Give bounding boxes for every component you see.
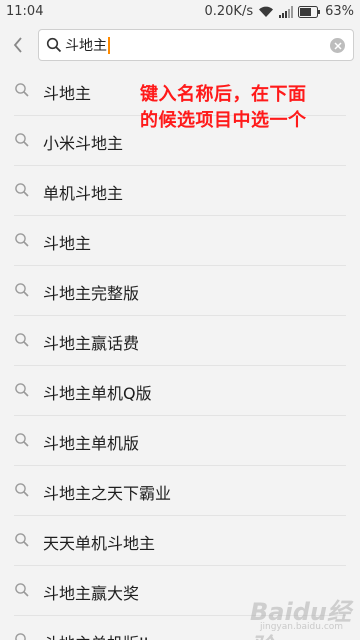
suggestion-label: 斗地主赢话费 (43, 334, 140, 353)
search-icon (14, 132, 30, 148)
suggestion-label: 小米斗地主 (43, 134, 124, 153)
instruction-annotation: 键入名称后，在下面 的候选项目中选一个 (140, 82, 355, 134)
search-input[interactable]: 斗地主 (65, 34, 110, 56)
search-icon (46, 37, 62, 53)
app-screen: 11:04 0.20K/s 63% 斗地主 斗地主 小米斗地主 单机斗地主 斗地… (0, 0, 360, 640)
network-speed: 0.20K/s (204, 4, 254, 19)
search-icon (14, 582, 30, 598)
suggestion-label: 天天单机斗地主 (43, 534, 156, 553)
search-icon (14, 382, 30, 398)
suggestion-label: 斗地主完整版 (43, 284, 140, 303)
watermark-url: jingyan.baidu.com (260, 622, 344, 632)
suggestion-label: 单机斗地主 (43, 184, 124, 203)
text-caret (108, 36, 110, 54)
suggestion-label: 斗地主之天下霸业 (43, 484, 172, 503)
status-indicators: 0.20K/s 63% (204, 4, 354, 19)
search-icon (14, 532, 30, 548)
search-icon (14, 182, 30, 198)
search-header: 斗地主 (0, 24, 360, 66)
clear-button[interactable] (330, 38, 345, 53)
signal-icon (279, 5, 294, 18)
close-icon (333, 41, 342, 50)
baidu-watermark: Baidu经验 jingyan.baidu.com (250, 590, 358, 640)
annotation-line-2: 的候选项目中选一个 (140, 110, 307, 131)
search-icon (14, 282, 30, 298)
suggestion-item[interactable]: 斗地主 (14, 216, 346, 266)
suggestion-label: 斗地主赢大奖 (43, 584, 140, 603)
suggestion-item[interactable]: 斗地主单机版 (14, 416, 346, 466)
back-button[interactable] (6, 32, 30, 58)
search-icon (14, 482, 30, 498)
search-input-value: 斗地主 (65, 38, 107, 54)
wifi-icon (258, 5, 274, 18)
suggestion-label: 斗地主 (43, 234, 92, 253)
suggestion-label: 斗地主单机Q版 (43, 384, 152, 403)
watermark-text: Baidu经验 (250, 598, 351, 640)
suggestion-label: 斗地主单机版 (43, 434, 140, 453)
suggestion-list: 斗地主 小米斗地主 单机斗地主 斗地主 斗地主完整版 斗地主赢话费 斗地主单机Q… (0, 66, 360, 640)
search-box[interactable]: 斗地主 (38, 29, 354, 61)
chevron-left-icon (13, 37, 22, 53)
annotation-line-1: 键入名称后，在下面 (140, 84, 307, 105)
status-bar: 11:04 0.20K/s 63% (0, 0, 360, 24)
battery-percent: 63% (325, 4, 354, 19)
suggestion-item[interactable]: 斗地主之天下霸业 (14, 466, 346, 516)
suggestion-item[interactable]: 斗地主单机Q版 (14, 366, 346, 416)
search-icon (14, 82, 30, 98)
suggestion-item[interactable]: 斗地主赢话费 (14, 316, 346, 366)
suggestion-item[interactable]: 斗地主完整版 (14, 266, 346, 316)
suggestion-label: 斗地主 (43, 84, 92, 103)
search-icon (14, 232, 30, 248)
battery-icon (298, 5, 321, 18)
search-icon (14, 632, 30, 640)
suggestion-item[interactable]: 单机斗地主 (14, 166, 346, 216)
search-icon (14, 332, 30, 348)
suggestion-label: 斗地主单机版II (43, 630, 148, 640)
search-icon (14, 432, 30, 448)
status-time: 11:04 (6, 4, 44, 19)
suggestion-item[interactable]: 天天单机斗地主 (14, 516, 346, 566)
